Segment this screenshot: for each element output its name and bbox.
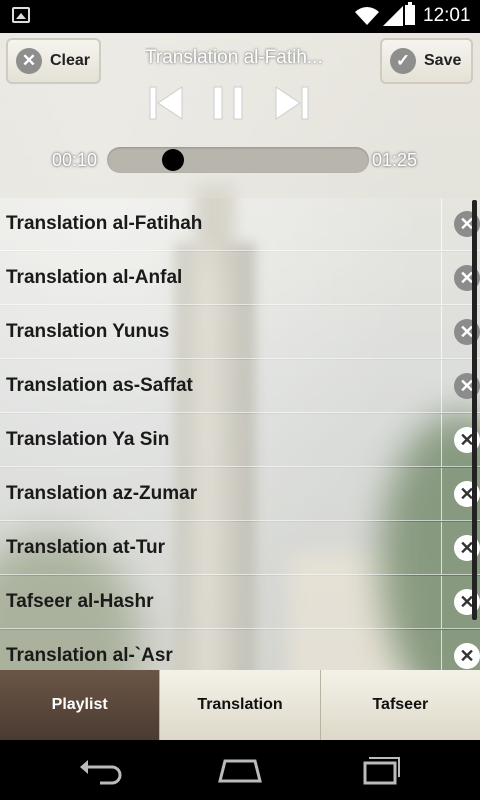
clock: 12:01 xyxy=(423,5,471,26)
tab-bar: Playlist Translation Tafseer xyxy=(0,670,480,740)
list-item-label: Translation al-Anfal xyxy=(6,267,183,288)
playlist: Translation al-Fatihah ✕ Translation al-… xyxy=(0,198,480,670)
list-item-label: Translation al-Fatihah xyxy=(6,213,203,234)
skip-previous-icon xyxy=(149,86,183,120)
recents-icon[interactable] xyxy=(357,755,403,785)
tab-tafseer[interactable]: Tafseer xyxy=(319,670,480,740)
back-icon[interactable] xyxy=(76,755,122,785)
tab-translation[interactable]: Translation xyxy=(159,670,320,740)
pause-button[interactable] xyxy=(208,83,248,123)
list-item-label: Translation Yunus xyxy=(6,321,170,342)
close-circle-icon: ✕ xyxy=(16,48,42,74)
delete-button[interactable]: ✕ xyxy=(441,630,480,670)
list-item[interactable]: Translation at-Tur ✕ xyxy=(0,522,480,575)
list-item-label: Translation as-Saffat xyxy=(6,375,193,396)
scrollbar[interactable] xyxy=(472,200,477,620)
list-item-label: Tafseer al-Hashr xyxy=(6,591,154,612)
navigation-bar xyxy=(0,740,480,800)
list-item[interactable]: Translation az-Zumar ✕ xyxy=(0,468,480,521)
next-button[interactable] xyxy=(272,83,312,123)
seek-thumb[interactable] xyxy=(162,149,184,171)
skip-next-icon xyxy=(275,86,309,120)
save-label: Save xyxy=(424,52,462,69)
home-icon[interactable] xyxy=(217,755,263,785)
duration-time: 01:25 xyxy=(372,150,418,170)
list-item[interactable]: Translation as-Saffat ✕ xyxy=(0,360,480,413)
pause-icon xyxy=(213,86,243,120)
check-circle-icon: ✓ xyxy=(390,48,416,74)
list-item[interactable]: Translation al-Fatihah ✕ xyxy=(0,198,480,251)
seek-bar[interactable] xyxy=(107,147,369,173)
list-item[interactable]: Tafseer al-Hashr ✕ xyxy=(0,576,480,629)
close-circle-icon: ✕ xyxy=(454,643,480,669)
list-item-label: Translation az-Zumar xyxy=(6,483,198,504)
tab-playlist[interactable]: Playlist xyxy=(0,670,160,740)
list-item-label: Translation al-`Asr xyxy=(6,645,173,666)
list-item[interactable]: Translation al-`Asr ✕ xyxy=(0,630,480,670)
list-item-label: Translation Ya Sin xyxy=(6,429,170,450)
player-panel: ✕ Clear Translation al-Fatih... ✓ Save 0… xyxy=(0,33,480,198)
battery-icon xyxy=(405,2,415,25)
now-playing-title: Translation al-Fatih... xyxy=(145,47,323,68)
clear-button[interactable]: ✕ Clear xyxy=(6,38,101,84)
clear-label: Clear xyxy=(50,52,91,69)
list-item[interactable]: Translation Ya Sin ✕ xyxy=(0,414,480,467)
list-item[interactable]: Translation al-Anfal ✕ xyxy=(0,252,480,305)
image-notification-icon xyxy=(12,7,30,23)
signal-icon xyxy=(383,6,403,26)
list-item-label: Translation at-Tur xyxy=(6,537,166,558)
previous-button[interactable] xyxy=(146,83,186,123)
status-bar: 12:01 xyxy=(0,0,480,33)
list-item[interactable]: Translation Yunus ✕ xyxy=(0,306,480,359)
wifi-icon xyxy=(355,7,379,25)
save-button[interactable]: ✓ Save xyxy=(380,38,473,84)
elapsed-time: 00:10 xyxy=(52,150,98,170)
